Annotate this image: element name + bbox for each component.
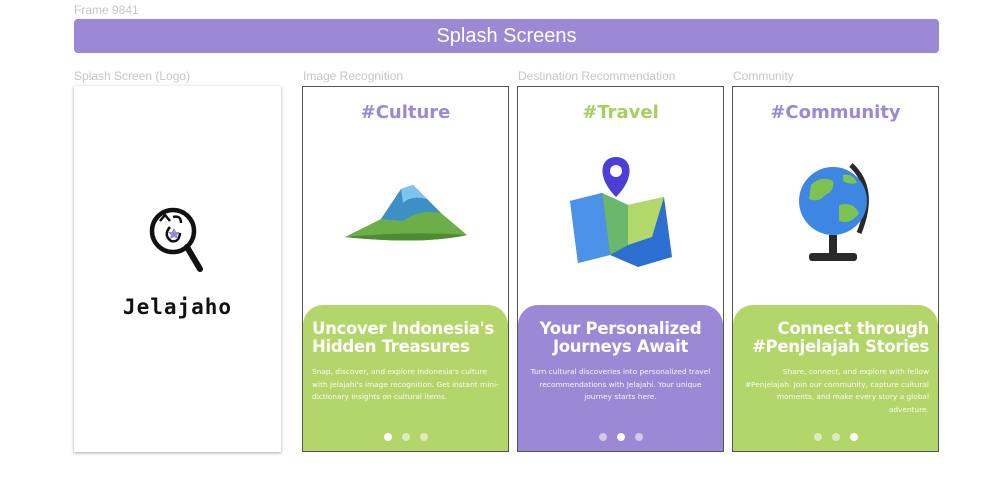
panel-body: Turn cultural discoveries into personali… — [530, 367, 711, 402]
page-title: Splash Screens — [436, 24, 577, 47]
page-dot-3[interactable] — [849, 433, 858, 441]
page-indicator — [733, 433, 938, 441]
page-dot-1[interactable] — [383, 433, 392, 441]
page-dot-1[interactable] — [598, 433, 607, 441]
panel-body: Snap, discover, and explore Indonesia's … — [312, 367, 499, 402]
panel-title: Your Personalized Journeys Await — [539, 319, 702, 356]
splash-screen-community[interactable]: #Community Connect through #Penjelajah S… — [732, 86, 939, 452]
globe-icon — [798, 162, 869, 261]
hashtag-heading: #Culture — [360, 102, 451, 123]
screen-label-destination: Destination Recommendation — [518, 69, 676, 83]
page-indicator — [518, 433, 723, 441]
panel-body: Share, connect, and explore with fellow … — [744, 367, 929, 414]
header-banner: Splash Screens — [74, 19, 939, 53]
page-dot-3[interactable] — [634, 433, 643, 441]
screen-label-community: Community — [733, 69, 794, 83]
panel-title: Uncover Indonesia's Hidden Treasures — [312, 319, 494, 356]
panel-title: Connect through #Penjelajah Stories — [752, 319, 929, 356]
screen-label-image-recognition: Image Recognition — [303, 69, 404, 83]
splash-screen-destination[interactable]: #Travel Your Personalized Journeys Await… — [517, 86, 724, 452]
page-dot-1[interactable] — [813, 433, 822, 441]
frame-label: Frame 9841 — [74, 3, 139, 17]
page-dot-2[interactable] — [401, 433, 410, 441]
mountain-icon — [344, 185, 467, 241]
app-logo-icon — [149, 207, 203, 272]
splash-screen-logo[interactable]: Jelajaho — [74, 86, 281, 452]
hashtag-heading: #Travel — [582, 102, 659, 123]
app-logo-text: Jelajaho — [122, 295, 233, 319]
page-indicator — [303, 433, 508, 441]
page-dot-3[interactable] — [419, 433, 428, 441]
info-panel: Connect through #Penjelajah Stories Shar… — [733, 305, 938, 451]
info-panel: Your Personalized Journeys Await Turn cu… — [518, 305, 723, 451]
hashtag-heading: #Community — [770, 102, 901, 123]
map-pin-icon — [569, 156, 672, 267]
screen-label-logo: Splash Screen (Logo) — [74, 69, 191, 83]
splash-screen-image-recognition[interactable]: #Culture Uncover Indonesia's Hidden Trea… — [302, 86, 509, 452]
page-dot-2[interactable] — [616, 433, 625, 441]
info-panel: Uncover Indonesia's Hidden Treasures Sna… — [303, 305, 508, 451]
page-dot-2[interactable] — [831, 433, 840, 441]
